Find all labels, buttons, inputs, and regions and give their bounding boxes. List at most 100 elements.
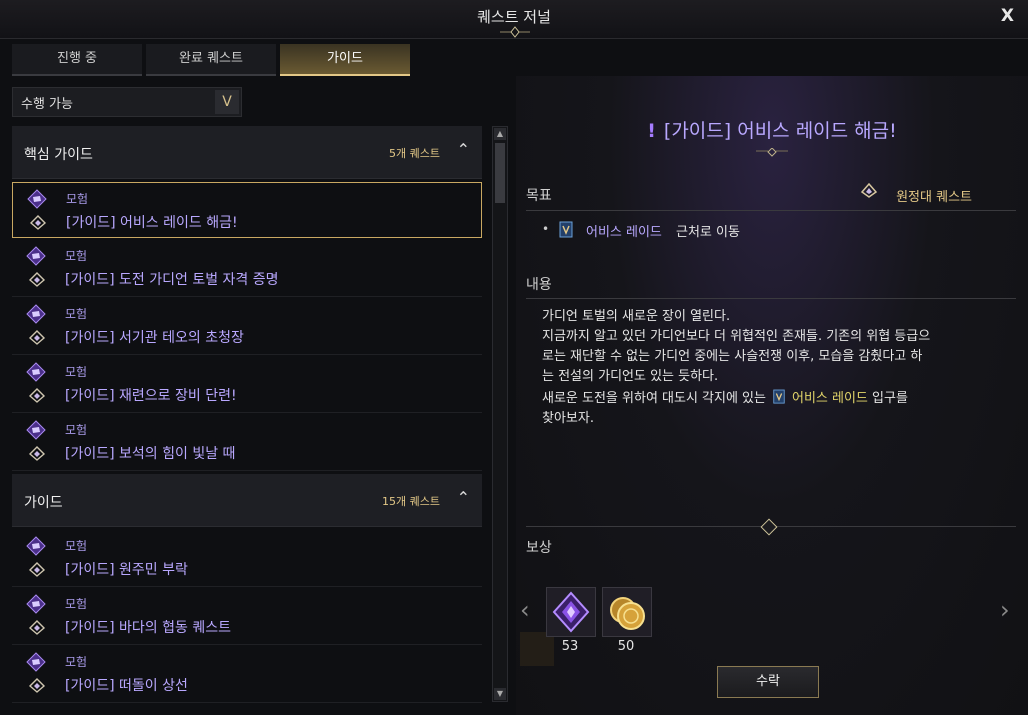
desc-line: 가디언 토벌의 새로운 장이 열린다. xyxy=(542,309,731,324)
quest-type-label: 모험 xyxy=(65,539,88,553)
bullet-icon: • xyxy=(542,222,550,236)
adventure-quest-icon xyxy=(26,362,46,382)
banner-icon xyxy=(773,389,785,404)
accept-button[interactable]: 수락 xyxy=(717,666,819,698)
goal-link[interactable]: 어비스 레이드 xyxy=(586,221,662,240)
category-name: 핵심 가이드 xyxy=(24,147,93,163)
adventure-quest-icon xyxy=(26,420,46,440)
reward-label: 보상 xyxy=(526,540,552,556)
exclamation-icon: ! xyxy=(647,120,656,142)
purple-crystal-icon xyxy=(552,591,590,633)
chevron-down-icon[interactable]: V xyxy=(215,90,239,114)
quest-title: ! [가이드] 어비스 레이드 해금! xyxy=(516,116,1028,143)
quest-list-item[interactable]: 모험 [가이드] 서기관 테오의 초청장 xyxy=(12,298,482,355)
category-name: 가이드 xyxy=(24,495,63,511)
adventure-quest-icon xyxy=(26,246,46,266)
reward-prev-arrow-icon[interactable]: ‹ xyxy=(520,596,530,624)
title-ornament-icon xyxy=(756,148,788,157)
desc-line: 지금까지 알고 있던 가디언보다 더 위협적인 존재들. 기존의 위협 등급으 xyxy=(542,329,931,344)
desc-line: 찾아보자. xyxy=(542,411,594,426)
goal-text: 근처로 이동 xyxy=(676,225,740,240)
scroll-down-icon[interactable]: ▼ xyxy=(494,688,506,700)
tab-bar: 진행 중 완료 퀘스트 가이드 xyxy=(12,44,410,76)
adventure-quest-icon xyxy=(26,304,46,324)
quest-list: 핵심 가이드 5개 퀘스트 ⌃ 모험 [가이드] 어비스 레이드 해금! 모험 [가이… xyxy=(12,126,484,706)
reward-next-arrow-icon[interactable]: › xyxy=(1000,596,1010,624)
chevron-up-icon[interactable]: ⌃ xyxy=(457,488,470,507)
quest-name: [가이드] 서기관 테오의 초청장 xyxy=(65,330,244,346)
desc-line: 는 전설의 가디언도 있는 듯하다. xyxy=(542,369,719,384)
category-guide[interactable]: 가이드 15개 퀘스트 ⌃ xyxy=(12,474,482,527)
quest-name: [가이드] 떠돌이 상선 xyxy=(65,678,188,694)
quest-type-label: 모험 xyxy=(66,192,89,206)
tab-in-progress[interactable]: 진행 중 xyxy=(12,44,142,76)
quest-list-item[interactable]: 모험 [가이드] 원주민 부락 xyxy=(12,530,482,587)
quest-type: 원정대 퀘스트 xyxy=(896,190,972,205)
tab-completed[interactable]: 완료 퀘스트 xyxy=(146,44,276,76)
quest-type-label: 모험 xyxy=(65,423,88,437)
category-count: 15개 퀘스트 xyxy=(382,495,440,508)
expedition-mark-icon xyxy=(28,678,46,693)
expedition-mark-icon xyxy=(28,272,46,287)
goal-label: 목표 xyxy=(526,188,552,204)
quest-name: [가이드] 재련으로 장비 단련! xyxy=(65,388,237,404)
quest-detail-panel: ! [가이드] 어비스 레이드 해금! 목표 원정대 퀘스트 • 어비스 레이드 … xyxy=(516,76,1028,715)
quest-name: [가이드] 원주민 부락 xyxy=(65,562,188,578)
desc-link[interactable]: 어비스 레이드 xyxy=(792,391,868,406)
reward-slot-gold[interactable] xyxy=(602,587,652,637)
close-button[interactable]: X xyxy=(1001,6,1014,26)
filter-dropdown[interactable]: 수행 가능 V xyxy=(12,87,242,117)
quest-name: [가이드] 바다의 협동 퀘스트 xyxy=(65,620,231,636)
quest-list-item[interactable]: 모험 [가이드] 떠돌이 상선 xyxy=(12,646,482,703)
scroll-up-icon[interactable]: ▲ xyxy=(494,128,506,140)
chevron-up-icon[interactable]: ⌃ xyxy=(457,140,470,159)
desc-line: 새로운 도전을 위하여 대도시 각지에 있는 어비스 레이드 입구를 xyxy=(542,389,992,409)
quest-list-item[interactable]: 모험 [가이드] 어비스 레이드 해금! xyxy=(12,182,482,238)
quest-type-label: 모험 xyxy=(65,249,88,263)
content-label: 내용 xyxy=(526,277,552,293)
quest-name: [가이드] 어비스 레이드 해금! xyxy=(66,215,238,231)
quest-list-item[interactable]: 모험 [가이드] 도전 가디언 토벌 자격 증명 xyxy=(12,240,482,297)
quest-list-item[interactable]: 모험 [가이드] 재련으로 장비 단련! xyxy=(12,356,482,413)
desc-text: 입구를 xyxy=(872,391,908,406)
tab-guide[interactable]: 가이드 xyxy=(280,44,410,76)
expedition-mark-icon xyxy=(29,215,47,230)
adventure-quest-icon xyxy=(26,536,46,556)
list-scrollbar[interactable]: ▲ ▼ xyxy=(492,126,508,702)
divider-diamond-icon xyxy=(760,518,778,536)
quest-title-text: [가이드] 어비스 레이드 해금! xyxy=(663,120,897,142)
quest-type-label: 모험 xyxy=(65,655,88,669)
reward-slot-crystal[interactable] xyxy=(546,587,596,637)
expedition-mark-icon xyxy=(28,620,46,635)
title-bar: 퀘스트 저널 X xyxy=(0,0,1028,39)
divider xyxy=(526,298,1016,299)
adventure-quest-icon xyxy=(26,652,46,672)
quest-name: [가이드] 보석의 힘이 빛날 때 xyxy=(65,446,236,462)
reward-count: 53 xyxy=(561,639,579,654)
expedition-quest-icon xyxy=(860,183,878,198)
category-count: 5개 퀘스트 xyxy=(389,147,440,160)
filter-value: 수행 가능 xyxy=(21,97,73,112)
category-core-guide[interactable]: 핵심 가이드 5개 퀘스트 ⌃ xyxy=(12,126,482,179)
expedition-mark-icon xyxy=(28,330,46,345)
quest-name: [가이드] 도전 가디언 토벌 자격 증명 xyxy=(65,272,279,288)
reward-count: 50 xyxy=(617,639,635,654)
banner-icon xyxy=(559,221,573,238)
quest-type-label: 모험 xyxy=(65,307,88,321)
expedition-mark-icon xyxy=(28,446,46,461)
quest-description: 가디언 토벌의 새로운 장이 열린다. 지금까지 알고 있던 가디언보다 더 위… xyxy=(542,307,992,429)
gold-coin-icon xyxy=(610,597,645,630)
expedition-mark-icon xyxy=(28,388,46,403)
quest-list-item[interactable]: 모험 [가이드] 보석의 힘이 빛날 때 xyxy=(12,414,482,471)
quest-list-item[interactable]: 모험 [가이드] 바다의 협동 퀘스트 xyxy=(12,588,482,645)
expedition-mark-icon xyxy=(28,562,46,577)
window-title: 퀘스트 저널 xyxy=(477,8,551,26)
scroll-thumb[interactable] xyxy=(495,143,505,203)
adventure-quest-icon xyxy=(27,189,47,209)
quest-type-label: 모험 xyxy=(65,597,88,611)
desc-line: 로는 재단할 수 없는 가디언 중에는 사슬전쟁 이후, 모습을 감췄다고 하 xyxy=(542,349,923,364)
quest-type-label: 모험 xyxy=(65,365,88,379)
adventure-quest-icon xyxy=(26,594,46,614)
title-ornament-icon xyxy=(500,26,530,38)
divider xyxy=(526,210,1016,211)
